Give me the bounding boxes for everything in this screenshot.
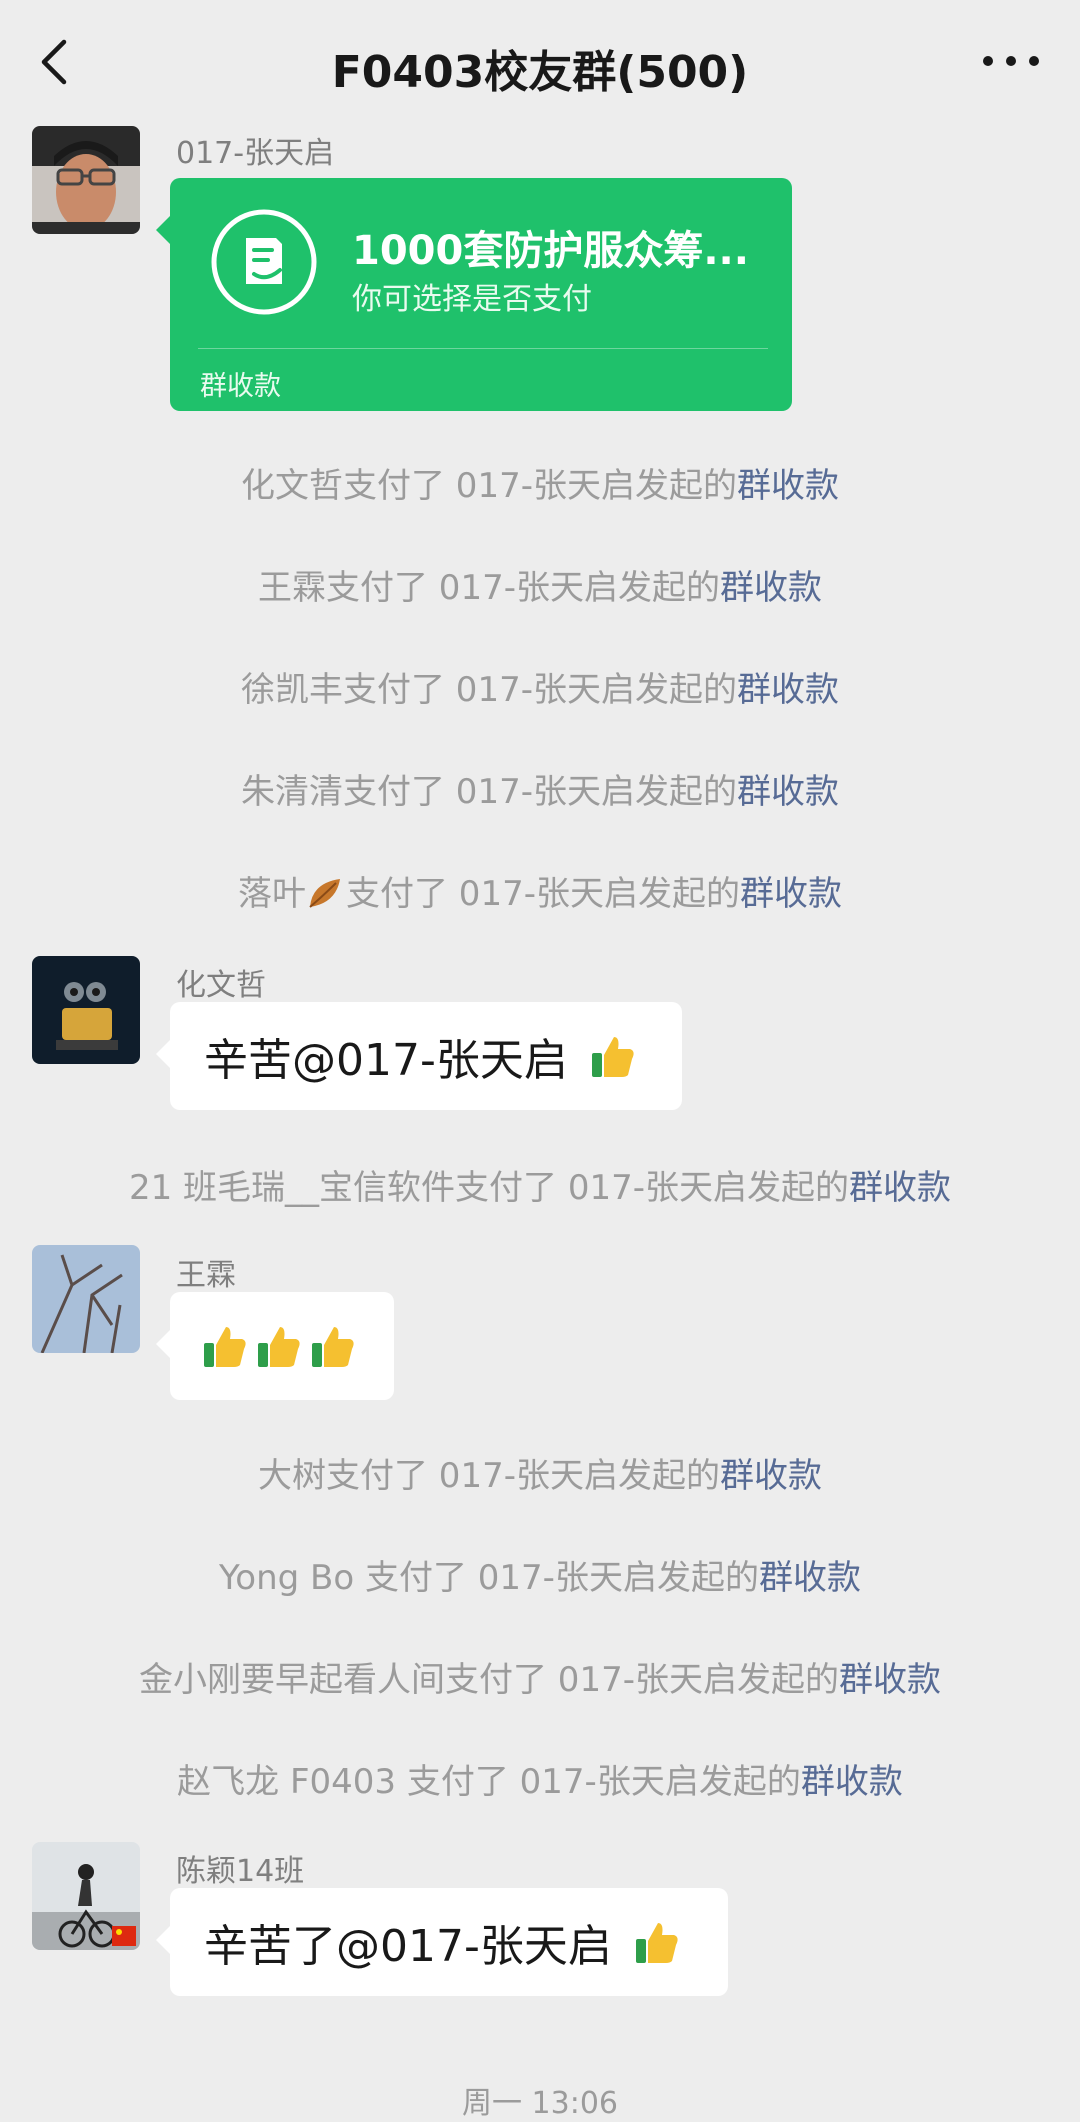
notice-text: 大树支付了 017-张天启发起的 (258, 1456, 720, 1496)
avatar[interactable] (32, 1842, 140, 1950)
sender-name: 陈颖14班 (176, 1854, 305, 1889)
group-payment-link[interactable]: 群收款 (737, 466, 839, 506)
group-payment-link[interactable]: 群收款 (740, 874, 842, 914)
payment-subtitle: 你可选择是否支付 (352, 282, 592, 317)
notice-text: 王霖支付了 017-张天启发起的 (258, 568, 720, 608)
thumbs-up-icon (635, 1923, 678, 1963)
message-text: 辛苦了@017-张天启 (204, 1921, 612, 1972)
group-payment-link[interactable]: 群收款 (801, 1762, 903, 1802)
sender-name: 化文哲 (176, 968, 266, 1003)
chat-header: F0403校友群(500) (0, 0, 1080, 124)
notice-text: 支付了 017-张天启发起的 (346, 874, 740, 914)
notice-text: Yong Bo 支付了 017-张天启发起的 (219, 1558, 759, 1598)
timestamp: 周一 13:06 (462, 2086, 618, 2121)
group-payment-link[interactable]: 群收款 (759, 1558, 861, 1598)
sender-name: 017-张天启 (176, 136, 335, 171)
message-text: 辛苦@017-张天启 (204, 1035, 568, 1086)
notice-text: 化文哲支付了 017-张天启发起的 (241, 466, 737, 506)
avatar[interactable] (32, 1245, 140, 1353)
notice-text: 21 班毛瑞__宝信软件支付了 017-张天启发起的 (128, 1168, 850, 1208)
card-divider (198, 348, 768, 349)
payment-footer-label: 群收款 (200, 371, 281, 402)
leaf-icon (309, 879, 340, 908)
message-bubble[interactable]: 辛苦了@017-张天启 (156, 1888, 728, 1996)
group-payment-link[interactable]: 群收款 (720, 568, 822, 608)
notice-text: 朱清清支付了 017-张天启发起的 (241, 772, 737, 812)
system-notice: 徐凯丰支付了 017-张天启发起的群收款 (0, 662, 1080, 711)
avatar[interactable] (32, 956, 140, 1064)
group-payment-link[interactable]: 群收款 (839, 1660, 941, 1700)
thumbs-up-icon (591, 1037, 634, 1077)
system-notice: 金小刚要早起看人间支付了 017-张天启发起的群收款 (0, 1652, 1080, 1701)
thumbs-up-icon (312, 1327, 354, 1367)
system-notice: 大树支付了 017-张天启发起的群收款 (0, 1448, 1080, 1497)
notice-text: 落叶 (238, 874, 306, 914)
payment-icon (211, 209, 317, 315)
avatar[interactable] (32, 126, 140, 234)
group-payment-link[interactable]: 群收款 (849, 1168, 951, 1208)
notice-text: 金小刚要早起看人间支付了 017-张天启发起的 (139, 1660, 839, 1700)
sender-name: 王霖 (176, 1258, 236, 1293)
thumbs-up-icon (258, 1327, 300, 1367)
payment-title: 1000套防护服众筹... (352, 228, 749, 274)
group-payment-link[interactable]: 群收款 (720, 1456, 822, 1496)
system-notice: 朱清清支付了 017-张天启发起的群收款 (0, 764, 1080, 813)
system-notice: 21 班毛瑞__宝信软件支付了 017-张天启发起的群收款 (0, 1160, 1080, 1209)
system-notice: 王霖支付了 017-张天启发起的群收款 (0, 560, 1080, 609)
group-payment-card[interactable]: 1000套防护服众筹... 你可选择是否支付 群收款 (156, 178, 792, 411)
message-bubble[interactable] (156, 1292, 394, 1400)
system-notice: 化文哲支付了 017-张天启发起的群收款 (0, 458, 1080, 507)
system-notice: Yong Bo 支付了 017-张天启发起的群收款 (0, 1550, 1080, 1599)
thumbs-up-icon (204, 1327, 246, 1367)
more-icon[interactable] (980, 46, 1042, 76)
notice-text: 赵飞龙 F0403 支付了 017-张天启发起的 (177, 1762, 801, 1802)
message-bubble[interactable]: 辛苦@017-张天启 (156, 1002, 682, 1110)
notice-text: 徐凯丰支付了 017-张天启发起的 (241, 670, 737, 710)
group-payment-link[interactable]: 群收款 (737, 772, 839, 812)
system-notice: 赵飞龙 F0403 支付了 017-张天启发起的群收款 (0, 1754, 1080, 1803)
group-payment-link[interactable]: 群收款 (737, 670, 839, 710)
chat-title: F0403校友群(500) (331, 47, 749, 98)
system-notice: 落叶 支付了 017-张天启发起的群收款 (0, 866, 1080, 915)
